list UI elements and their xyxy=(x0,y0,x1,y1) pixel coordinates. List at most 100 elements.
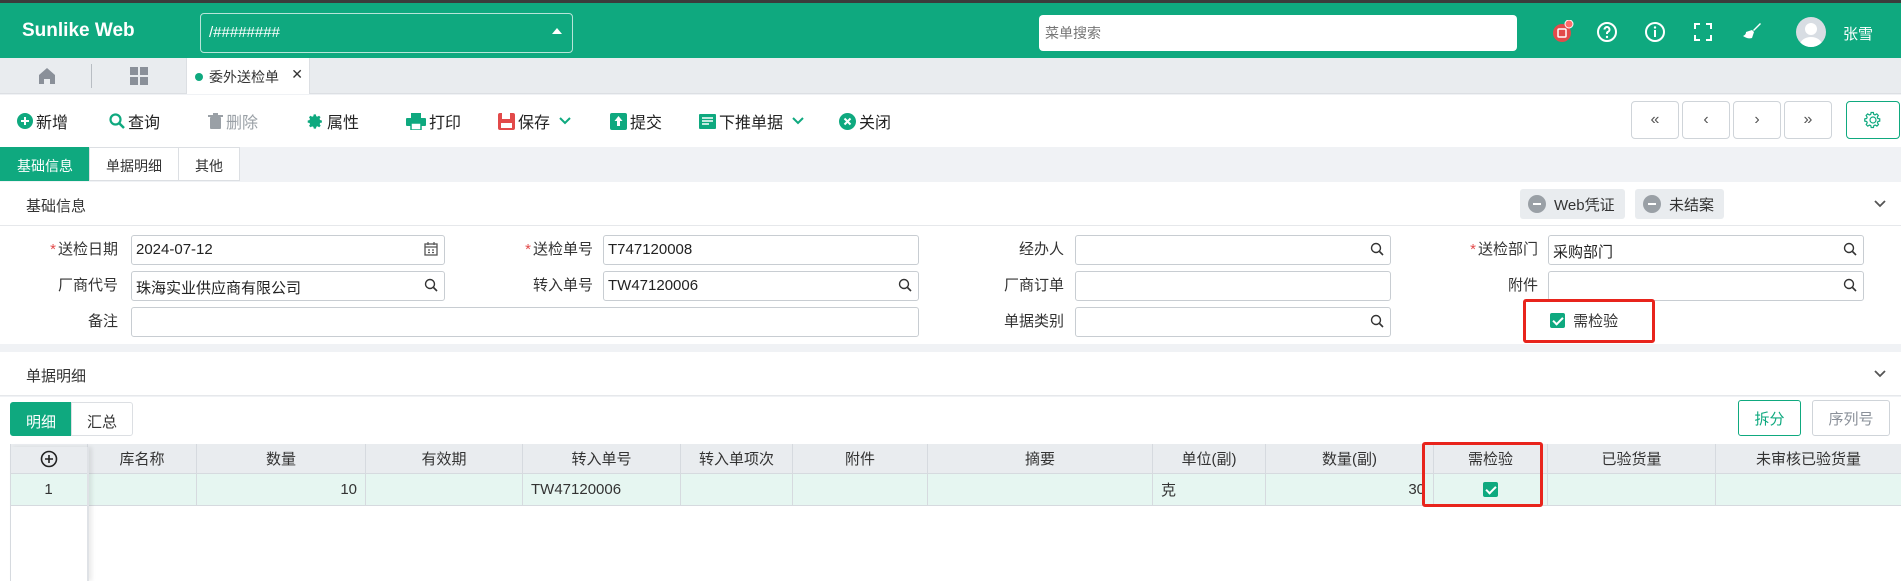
basic-info-header[interactable]: 基础信息 Web凭证 未结案 xyxy=(0,182,1901,226)
serial-number-button[interactable]: 序列号 xyxy=(1812,400,1890,436)
vendor-value: 珠海实业供应商有限公司 xyxy=(136,280,302,297)
attachment-label: 附件 xyxy=(1507,277,1538,294)
tab-page-inspection[interactable]: 委外送检单 ✕ xyxy=(186,58,310,94)
caret-up-icon xyxy=(552,28,562,34)
status-badge-open: 未结案 xyxy=(1635,189,1725,219)
close-tab-icon[interactable]: ✕ xyxy=(291,66,303,83)
search-icon[interactable] xyxy=(1370,242,1384,260)
minus-circle-icon xyxy=(1528,195,1546,213)
delete-label: 删除 xyxy=(226,115,259,132)
date-value: 2024-07-12 xyxy=(136,241,213,258)
vendor-field[interactable]: 珠海实业供应商有限公司 xyxy=(131,271,445,301)
dept-field[interactable]: 采购部门 xyxy=(1548,235,1864,265)
doc-type-label: 单据类别 xyxy=(1003,313,1064,330)
vendor-label: 厂商代号 xyxy=(57,277,118,294)
print-label: 打印 xyxy=(429,115,462,132)
push-down-label: 下推单据 xyxy=(719,115,784,132)
order-no-field[interactable]: T747120008 xyxy=(603,235,919,265)
doc-type-field[interactable] xyxy=(1075,307,1391,337)
last-record-button[interactable]: » xyxy=(1784,101,1832,139)
remark-field[interactable] xyxy=(131,307,919,337)
path-select-value: /######## xyxy=(209,24,280,41)
delete-button[interactable]: 删除 xyxy=(208,110,258,132)
double-chevron-left-icon: « xyxy=(1650,111,1660,128)
next-record-button[interactable]: › xyxy=(1733,101,1781,139)
search-icon[interactable] xyxy=(1843,278,1857,296)
save-button[interactable]: 保存 xyxy=(498,110,575,132)
tab-other[interactable]: 其他 xyxy=(178,147,240,181)
detail-header[interactable]: 单据明细 xyxy=(0,352,1901,396)
vendor-order-label: 厂商订单 xyxy=(1003,277,1064,294)
status-badge-web: Web凭证 xyxy=(1520,189,1625,219)
search-icon[interactable] xyxy=(1843,242,1857,260)
notification-icon[interactable] xyxy=(1550,19,1574,44)
prev-record-button[interactable]: ‹ xyxy=(1682,101,1730,139)
brand-logo: Sunlike Web xyxy=(22,20,135,41)
chevron-down-icon[interactable] xyxy=(1873,366,1887,382)
detail-subtabs: 明细 汇总 xyxy=(10,402,134,436)
menu-search-input[interactable] xyxy=(1039,15,1517,51)
chevron-right-icon: › xyxy=(1754,111,1760,128)
search-icon[interactable] xyxy=(1370,314,1384,332)
transfer-no-value: TW47120006 xyxy=(608,277,699,294)
chevron-left-icon: ‹ xyxy=(1703,111,1709,128)
subtab-detail[interactable]: 明细 xyxy=(10,402,73,436)
fullscreen-icon[interactable] xyxy=(1691,20,1715,44)
status-badge-open-label: 未结案 xyxy=(1669,196,1715,214)
dept-label: * 送检部门 xyxy=(1470,241,1538,258)
basic-info-form: * 送检日期 2024-07-12 * 送检单号 T747120008 经办人 * 送… xyxy=(0,226,1901,344)
minus-circle-icon xyxy=(1643,195,1661,213)
search-icon[interactable] xyxy=(898,278,912,296)
settings-button[interactable] xyxy=(1846,101,1900,139)
basic-info-title: 基础信息 xyxy=(26,198,87,215)
path-select[interactable]: /######## xyxy=(200,13,573,53)
date-field[interactable]: 2024-07-12 xyxy=(131,235,445,265)
order-no-value: T747120008 xyxy=(608,241,693,258)
query-button[interactable]: 查询 xyxy=(109,110,160,132)
calendar-icon[interactable] xyxy=(424,242,438,260)
home-icon[interactable] xyxy=(37,66,57,89)
search-icon[interactable] xyxy=(424,278,438,296)
save-icon xyxy=(498,112,515,130)
new-button[interactable]: 新增 xyxy=(17,110,68,132)
print-button[interactable]: 打印 xyxy=(406,110,461,132)
avatar[interactable] xyxy=(1796,17,1826,47)
push-down-button[interactable]: 下推单据 xyxy=(699,110,808,132)
attachment-field[interactable] xyxy=(1548,271,1864,301)
help-icon[interactable] xyxy=(1595,20,1619,44)
submit-button[interactable]: 提交 xyxy=(610,110,662,132)
info-icon[interactable] xyxy=(1643,20,1667,44)
top-header: Sunlike Web /######## 张雪 xyxy=(0,0,1901,58)
grid-icon[interactable] xyxy=(129,66,149,89)
handler-label: 经办人 xyxy=(1018,241,1064,258)
transfer-no-label: 转入单号 xyxy=(532,277,593,294)
close-button[interactable]: 关闭 xyxy=(839,110,891,132)
close-circle-icon xyxy=(839,112,856,130)
status-badge-web-label: Web凭证 xyxy=(1554,196,1615,214)
plus-circle-icon xyxy=(17,113,33,129)
transfer-no-field[interactable]: TW47120006 xyxy=(603,271,919,301)
new-label: 新增 xyxy=(36,115,69,132)
toolbar: 新增 查询 删除 属性 打印 保存 提交 下推单据 关闭 « ‹ › » xyxy=(0,95,1901,147)
tab-strip: 委外送检单 ✕ xyxy=(0,58,1901,94)
query-label: 查询 xyxy=(128,115,161,132)
printer-icon xyxy=(406,112,426,130)
subtab-summary[interactable]: 汇总 xyxy=(71,402,134,436)
split-button[interactable]: 拆分 xyxy=(1738,400,1801,436)
vendor-order-field[interactable] xyxy=(1075,271,1391,301)
submit-label: 提交 xyxy=(630,115,663,132)
detail-title: 单据明细 xyxy=(26,368,87,385)
chevron-down-icon xyxy=(792,117,804,125)
section-tabs: 基础信息 单据明细 其他 xyxy=(0,147,240,181)
handler-field[interactable] xyxy=(1075,235,1391,265)
tab-detail[interactable]: 单据明细 xyxy=(89,147,179,181)
chevron-down-icon[interactable] xyxy=(1873,196,1887,212)
highlight-box xyxy=(1523,299,1655,343)
properties-button[interactable]: 属性 xyxy=(307,110,359,132)
username[interactable]: 张雪 xyxy=(1843,23,1873,44)
table-frame xyxy=(10,444,1901,581)
order-no-label: * 送检单号 xyxy=(525,241,593,258)
first-record-button[interactable]: « xyxy=(1631,101,1679,139)
broom-icon[interactable] xyxy=(1740,20,1764,44)
tab-basic-info[interactable]: 基础信息 xyxy=(0,147,90,181)
